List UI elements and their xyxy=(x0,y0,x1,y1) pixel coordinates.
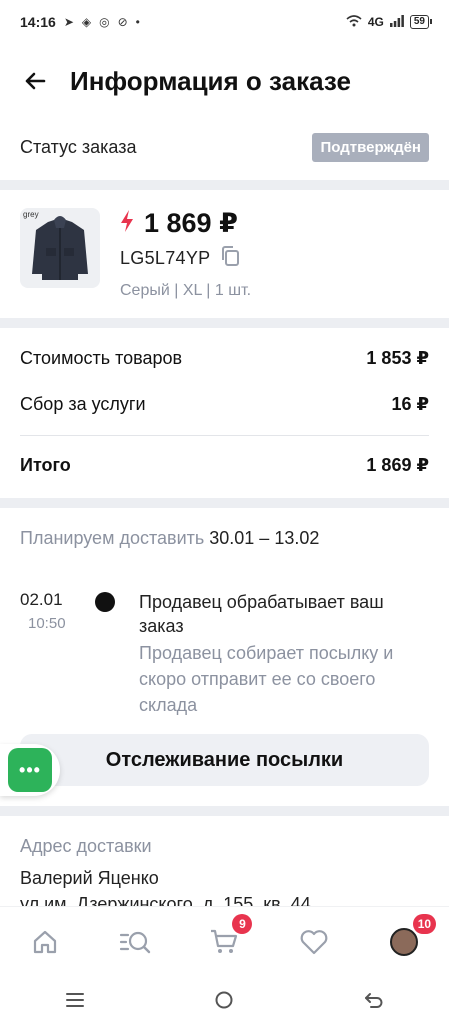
link-icon: ⊘ xyxy=(117,15,128,29)
product-image[interactable]: grey xyxy=(20,208,100,288)
total-label: Итого xyxy=(20,454,71,475)
status-badge: Подтверждён xyxy=(312,132,429,162)
section-divider xyxy=(0,498,449,508)
section-divider xyxy=(0,180,449,190)
fee-label: Сбор за услуги xyxy=(20,393,146,414)
copy-icon[interactable] xyxy=(220,245,240,272)
nav-profile[interactable]: 10 xyxy=(374,912,437,972)
home-circle-icon[interactable] xyxy=(204,980,244,1020)
track-parcel-button[interactable]: Отслеживание посылки xyxy=(20,734,429,786)
goods-cost-value: 1 853 ₽ xyxy=(366,347,429,368)
order-status-row: Статус заказа Подтверждён xyxy=(0,124,449,170)
page-header: Информация о заказе xyxy=(0,50,449,112)
cost-summary: Стоимость товаров 1 853 ₽ Сбор за услуги… xyxy=(20,335,429,488)
event-time: 10:50 xyxy=(28,615,66,632)
lightning-icon xyxy=(120,210,134,237)
nav-favorites[interactable] xyxy=(284,912,344,972)
chat-button[interactable]: ••• xyxy=(0,744,60,796)
back-arrow-icon[interactable] xyxy=(20,66,50,96)
system-nav xyxy=(0,976,449,1024)
dot-icon: • xyxy=(135,15,140,29)
telegram-icon: ➤ xyxy=(63,15,74,29)
product-price: 1 869 ₽ xyxy=(144,208,238,238)
timeline-dot xyxy=(95,592,115,612)
section-divider xyxy=(0,318,449,328)
goods-cost-label: Стоимость товаров xyxy=(20,347,183,368)
avatar xyxy=(390,927,419,956)
jacket-image xyxy=(32,216,88,280)
delivery-plan-label: Планируем доставить xyxy=(20,528,205,548)
product-variant: Серый | XL | 1 шт. xyxy=(120,282,252,299)
fee-value: 16 ₽ xyxy=(391,393,429,414)
status-bar: 14:16 ➤ ◈ ◎ ⊘ • 4G 59 xyxy=(0,0,449,44)
goods-cost-row: Стоимость товаров 1 853 ₽ xyxy=(20,335,429,381)
total-row: Итого 1 869 ₽ xyxy=(20,442,429,488)
order-status-label: Статус заказа xyxy=(20,136,137,157)
nav-catalog[interactable] xyxy=(105,912,165,972)
total-value: 1 869 ₽ xyxy=(366,454,429,475)
delivery-plan: Планируем доставить 30.01 – 13.02 xyxy=(20,528,319,549)
event-description: Продавец собирает посылку и скоро отправ… xyxy=(139,643,394,715)
network-label: 4G xyxy=(367,15,384,29)
fee-row: Сбор за услуги 16 ₽ xyxy=(20,381,429,427)
tracking-event: 02.01 10:50 Продавец обрабатывает ваш за… xyxy=(20,590,429,718)
heart-icon xyxy=(300,929,328,954)
recipient-name: Валерий Яценко xyxy=(20,868,159,888)
product-card[interactable]: grey 1 869 ₽ LG5L74YP Серый | XL | 1 шт. xyxy=(0,190,449,318)
menu-icon[interactable] xyxy=(55,980,95,1020)
nav-home[interactable] xyxy=(15,912,75,972)
bottom-nav: 9 10 xyxy=(0,906,449,976)
box-icon: ◈ xyxy=(81,15,92,29)
home-icon xyxy=(33,930,56,953)
event-title: Продавец обрабатывает ваш заказ xyxy=(139,592,384,636)
product-image-tag: grey xyxy=(23,210,39,219)
check-circle-icon: ◎ xyxy=(99,15,110,29)
address-label: Адрес доставки xyxy=(20,836,152,856)
cost-separator xyxy=(20,435,429,436)
back-icon[interactable] xyxy=(354,980,394,1020)
nav-cart[interactable]: 9 xyxy=(194,912,254,972)
cart-badge: 9 xyxy=(232,913,253,934)
page-title: Информация о заказе xyxy=(70,65,351,96)
status-time: 14:16 xyxy=(20,14,56,30)
delivery-plan-dates: 30.01 – 13.02 xyxy=(209,528,320,548)
product-sku: LG5L74YP xyxy=(120,248,211,268)
chat-icon: ••• xyxy=(8,748,52,792)
wifi-icon xyxy=(346,14,362,30)
battery-icon: 59 xyxy=(409,15,433,29)
profile-badge: 10 xyxy=(412,913,437,934)
section-divider xyxy=(0,806,449,816)
address-line: ул.им. Дзержинского, д. 155, кв. 44 xyxy=(20,894,311,906)
signal-icon xyxy=(389,14,404,30)
catalog-search-icon xyxy=(119,931,150,953)
event-date: 02.01 xyxy=(20,590,63,609)
